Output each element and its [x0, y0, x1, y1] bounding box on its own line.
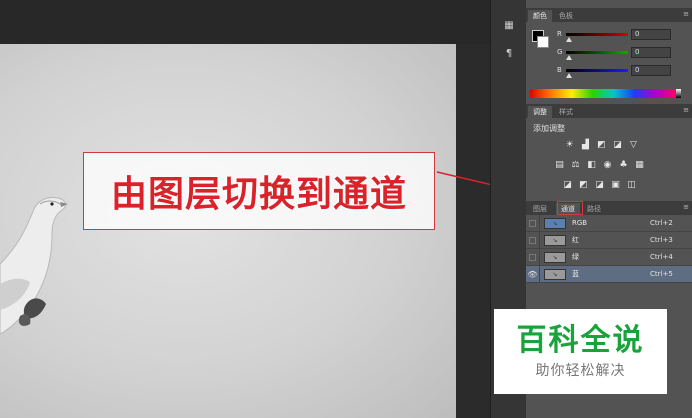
- channels-tab-highlight: [557, 201, 583, 215]
- brightness-icon[interactable]: ☀: [564, 140, 575, 150]
- channel-thumbnail: ↘: [544, 234, 566, 246]
- dove-photo: [0, 197, 68, 335]
- blue-slider[interactable]: [566, 69, 628, 72]
- balance-icon[interactable]: ⚖: [570, 160, 581, 170]
- visibility-toggle[interactable]: [526, 248, 540, 266]
- camera-icon[interactable]: ◉: [602, 160, 613, 170]
- vibrance-icon[interactable]: ▤: [554, 160, 565, 170]
- red-value-field[interactable]: 0: [631, 29, 671, 40]
- watermark-subtitle: 助你轻松解决: [535, 362, 626, 379]
- exposure-icon[interactable]: ◪: [612, 140, 623, 150]
- blue-channel-label: B: [557, 66, 562, 74]
- panel-menu-icon[interactable]: ≡: [683, 10, 689, 18]
- green-slider-thumb[interactable]: [566, 55, 572, 60]
- adjustment-row-1: ☀ ▟ ◩ ◪ ▽: [564, 140, 639, 150]
- lookup-icon[interactable]: ▦: [634, 160, 645, 170]
- adjustment-row-3: ◪ ◩ ◪ ▣ ◫: [562, 180, 637, 190]
- background-color-swatch[interactable]: [537, 36, 549, 48]
- channels-panel: 图层 通道 路径 ≡ ↘ RGB Ctrl+2 ↘ 红 Ctrl+3 ↘ 绿 C…: [526, 201, 692, 293]
- channel-row-green[interactable]: ↘ 绿 Ctrl+4: [526, 248, 692, 266]
- color-panel-tabbar: 颜色 色板 ≡: [526, 8, 692, 22]
- black-white-ramp[interactable]: [676, 89, 681, 98]
- blue-value-field[interactable]: 0: [631, 65, 671, 76]
- instruction-text: 由图层切换到通道: [110, 174, 407, 215]
- tab-adjustments[interactable]: 调整: [528, 106, 552, 118]
- adjustment-row-2: ▤ ⚖ ◧ ◉ ♣ ▦: [554, 160, 645, 170]
- tab-layers[interactable]: 图层: [528, 203, 552, 215]
- channel-name: 蓝: [572, 270, 579, 278]
- green-slider[interactable]: [566, 51, 628, 54]
- tab-paths[interactable]: 路径: [582, 203, 606, 215]
- channel-thumbnail: ↘: [544, 268, 566, 280]
- visibility-toggle[interactable]: [526, 214, 540, 232]
- canvas-scrollbar[interactable]: [456, 44, 490, 418]
- panel-menu-icon[interactable]: ≡: [683, 106, 689, 114]
- channel-thumbnail: ↘: [544, 217, 566, 229]
- document-canvas[interactable]: [0, 44, 456, 418]
- triangle-icon[interactable]: ▽: [628, 140, 639, 150]
- threshold-icon[interactable]: ◪: [594, 180, 605, 190]
- posterize-icon[interactable]: ◩: [578, 180, 589, 190]
- channel-shortcut: Ctrl+2: [650, 219, 673, 227]
- blue-slider-thumb[interactable]: [566, 73, 572, 78]
- red-channel-label: R: [557, 30, 562, 38]
- channel-row-blue[interactable]: 👁 ↘ 蓝 Ctrl+5: [526, 265, 692, 283]
- bw-icon[interactable]: ◧: [586, 160, 597, 170]
- green-channel-label: G: [557, 48, 563, 56]
- gradient-map-icon[interactable]: ▣: [610, 180, 621, 190]
- channels-tabbar: 图层 通道 路径 ≡: [526, 201, 692, 215]
- eye-icon[interactable]: 👁: [526, 265, 540, 283]
- channel-shortcut: Ctrl+3: [650, 236, 673, 244]
- watermark-title: 百科全说: [516, 322, 645, 358]
- color-spectrum-bar[interactable]: [530, 89, 676, 98]
- tab-styles[interactable]: 样式: [554, 106, 578, 118]
- red-slider[interactable]: [566, 33, 628, 36]
- channel-shortcut: Ctrl+4: [650, 253, 673, 261]
- mixer-icon[interactable]: ♣: [618, 160, 629, 170]
- curves-icon[interactable]: ◩: [596, 140, 607, 150]
- channel-row-red[interactable]: ↘ 红 Ctrl+3: [526, 231, 692, 249]
- panel-menu-icon[interactable]: ≡: [683, 203, 689, 211]
- channel-row-rgb[interactable]: ↘ RGB Ctrl+2: [526, 214, 692, 232]
- channel-thumbnail: ↘: [544, 251, 566, 263]
- selective-color-icon[interactable]: ◫: [626, 180, 637, 190]
- paragraph-icon[interactable]: ¶: [500, 46, 518, 62]
- channel-name: 红: [572, 236, 579, 244]
- channel-shortcut: Ctrl+5: [650, 270, 673, 278]
- tab-color[interactable]: 颜色: [528, 10, 552, 22]
- color-swatch-icon[interactable]: ▦: [500, 18, 518, 34]
- tab-swatches[interactable]: 色板: [554, 10, 578, 22]
- visibility-toggle[interactable]: [526, 231, 540, 249]
- invert-icon[interactable]: ◪: [562, 180, 573, 190]
- adjustments-tabbar: 调整 样式 ≡: [526, 104, 692, 118]
- channel-name: RGB: [572, 219, 588, 227]
- red-slider-thumb[interactable]: [566, 37, 572, 42]
- instruction-callout: 由图层切换到通道: [83, 152, 435, 230]
- watermark-logo: 百科全说 助你轻松解决: [494, 309, 667, 394]
- add-adjustment-title: 添加调整: [533, 124, 565, 133]
- levels-icon[interactable]: ▟: [580, 140, 591, 150]
- green-value-field[interactable]: 0: [631, 47, 671, 58]
- canvas-area: 由图层切换到通道: [0, 0, 490, 418]
- channel-name: 绿: [572, 253, 579, 261]
